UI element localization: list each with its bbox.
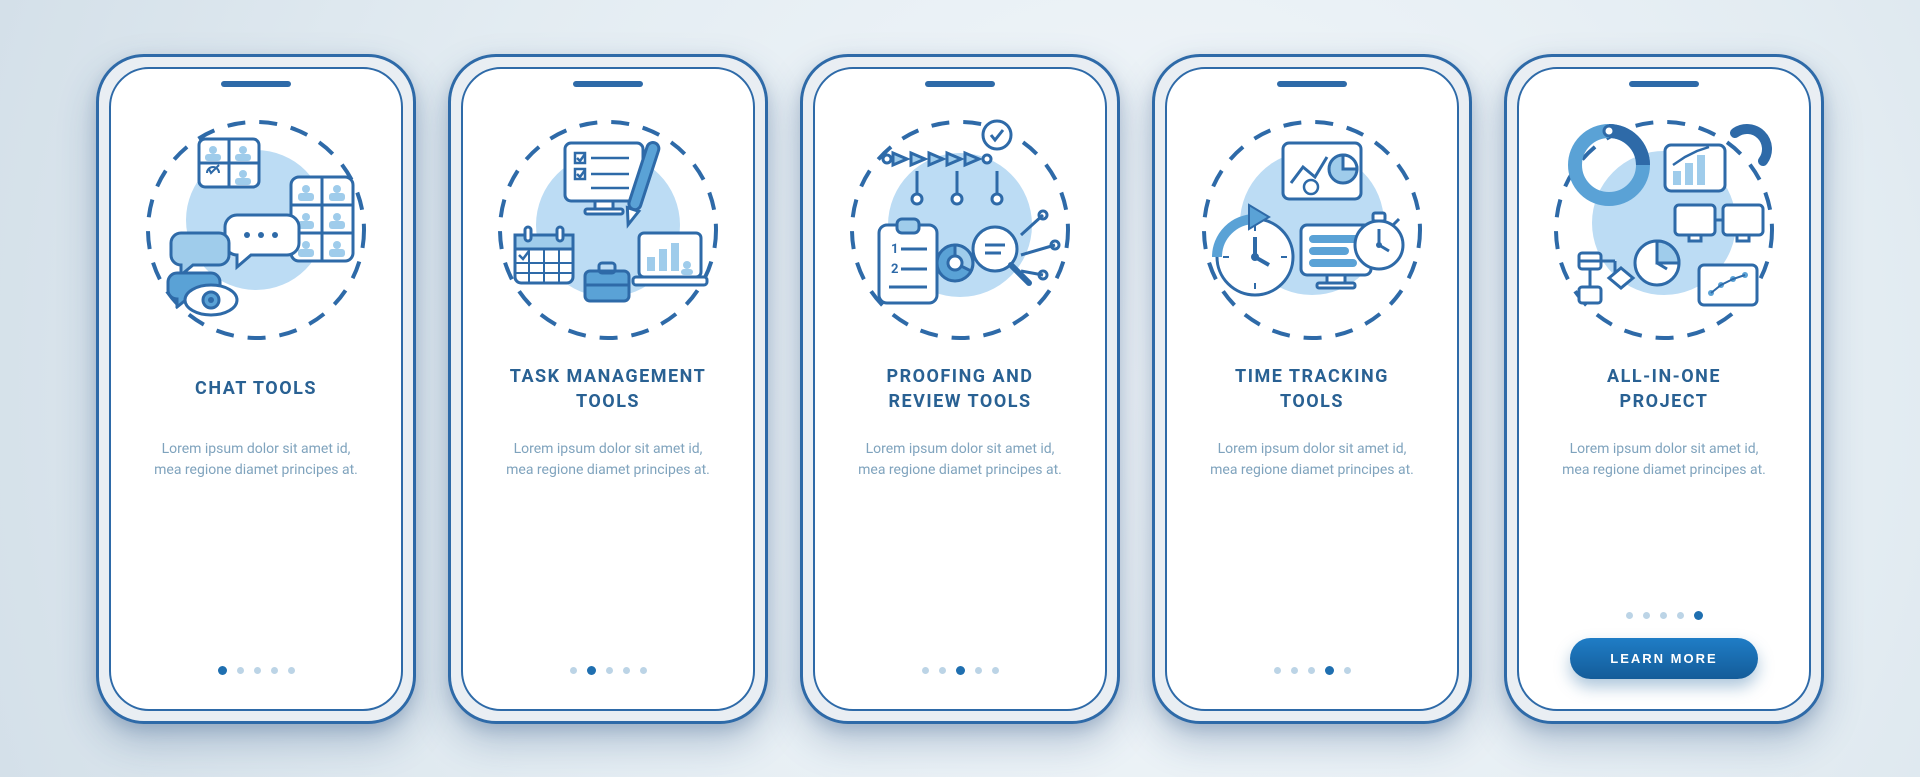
screen-body: Lorem ipsum dolor sit amet id, mea regio… <box>483 439 733 666</box>
screen-title: PROOFING AND REVIEW TOOLS <box>886 363 1033 417</box>
screen-proofing-review: 1 2 <box>813 67 1107 711</box>
page-dot-3[interactable] <box>254 667 261 674</box>
page-dot-4[interactable] <box>1677 612 1684 619</box>
screen-body: Lorem ipsum dolor sit amet id, mea regio… <box>835 439 1085 666</box>
page-dot-5[interactable] <box>1344 667 1351 674</box>
page-dot-1[interactable] <box>570 667 577 674</box>
screen-title: TIME TRACKING TOOLS <box>1235 363 1389 417</box>
screen-time-tracking: TIME TRACKING TOOLS Lorem ipsum dolor si… <box>1165 67 1459 711</box>
page-dot-3[interactable] <box>606 667 613 674</box>
screen-body: Lorem ipsum dolor sit amet id, mea regio… <box>1539 439 1789 611</box>
svg-text:1: 1 <box>891 242 898 257</box>
learn-more-button[interactable]: LEARN MORE <box>1570 638 1757 679</box>
phone-frame-time-tracking: TIME TRACKING TOOLS Lorem ipsum dolor si… <box>1152 54 1472 724</box>
screen-body: Lorem ipsum dolor sit amet id, mea regio… <box>131 439 381 666</box>
phone-frame-proofing-review: 1 2 <box>800 54 1120 724</box>
pagination-dots <box>922 666 999 675</box>
phone-frame-task-management: TASK MANAGEMENT TOOLS Lorem ipsum dolor … <box>448 54 768 724</box>
screen-title: ALL-IN-ONE PROJECT <box>1607 363 1721 417</box>
page-dot-4[interactable] <box>975 667 982 674</box>
page-dot-2[interactable] <box>587 666 596 675</box>
page-dot-1[interactable] <box>922 667 929 674</box>
page-dot-3[interactable] <box>1308 667 1315 674</box>
screen-title: TASK MANAGEMENT TOOLS <box>510 363 707 417</box>
screen-task-management: TASK MANAGEMENT TOOLS Lorem ipsum dolor … <box>461 67 755 711</box>
page-dot-1[interactable] <box>1626 612 1633 619</box>
page-dot-2[interactable] <box>237 667 244 674</box>
page-dot-4[interactable] <box>1325 666 1334 675</box>
pagination-dots <box>218 666 295 675</box>
page-dot-5[interactable] <box>1694 611 1703 620</box>
page-dot-4[interactable] <box>271 667 278 674</box>
phone-frame-all-in-one: ALL-IN-ONE PROJECT Lorem ipsum dolor sit… <box>1504 54 1824 724</box>
svg-text:2: 2 <box>891 262 898 277</box>
page-dot-5[interactable] <box>288 667 295 674</box>
phone-speaker-slot <box>925 81 995 87</box>
phone-frame-chat-tools: CHAT TOOLS Lorem ipsum dolor sit amet id… <box>96 54 416 724</box>
page-dot-3[interactable] <box>1660 612 1667 619</box>
pagination-dots <box>570 666 647 675</box>
page-dot-5[interactable] <box>640 667 647 674</box>
phone-speaker-slot <box>573 81 643 87</box>
phone-speaker-slot <box>1277 81 1347 87</box>
pagination-dots <box>1274 666 1351 675</box>
phone-speaker-slot <box>1629 81 1699 87</box>
screen-chat-tools: CHAT TOOLS Lorem ipsum dolor sit amet id… <box>109 67 403 711</box>
page-dot-1[interactable] <box>1274 667 1281 674</box>
page-dot-4[interactable] <box>623 667 630 674</box>
all-in-one-icon <box>1549 115 1779 345</box>
task-management-icon <box>493 115 723 345</box>
page-dot-2[interactable] <box>1291 667 1298 674</box>
screen-all-in-one: ALL-IN-ONE PROJECT Lorem ipsum dolor sit… <box>1517 67 1811 711</box>
page-dot-5[interactable] <box>992 667 999 674</box>
proofing-review-icon: 1 2 <box>845 115 1075 345</box>
page-dot-1[interactable] <box>218 666 227 675</box>
screen-body: Lorem ipsum dolor sit amet id, mea regio… <box>1187 439 1437 666</box>
phone-speaker-slot <box>221 81 291 87</box>
page-dot-2[interactable] <box>939 667 946 674</box>
pagination-dots <box>1626 611 1703 620</box>
chat-tools-icon <box>141 115 371 345</box>
page-dot-3[interactable] <box>956 666 965 675</box>
screen-title: CHAT TOOLS <box>195 363 317 417</box>
page-dot-2[interactable] <box>1643 612 1650 619</box>
time-tracking-icon <box>1197 115 1427 345</box>
onboarding-screens-row: CHAT TOOLS Lorem ipsum dolor sit amet id… <box>96 54 1824 724</box>
